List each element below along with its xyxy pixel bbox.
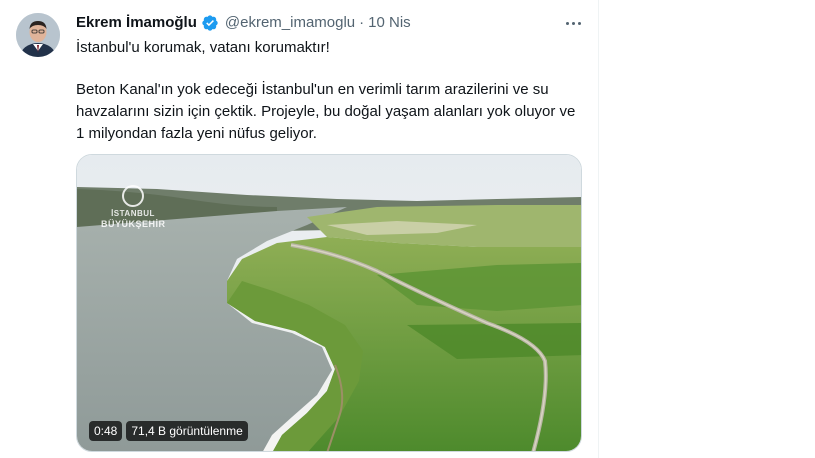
author-name[interactable]: Ekrem İmamoğlu [76, 13, 197, 33]
author-handle[interactable]: @ekrem_imamoglu [225, 13, 355, 33]
watermark-logo: İSTANBUL BÜYÜKŞEHİR [101, 185, 165, 229]
tweet-date[interactable]: 10 Nis [368, 13, 411, 33]
video-player[interactable]: İSTANBUL BÜYÜKŞEHİR 0:48 71,4 B görüntül… [76, 154, 582, 452]
video-view-count: 71,4 B görüntülenme [126, 421, 248, 441]
tweet-card[interactable]: Ekrem İmamoğlu @ekrem_imamoglu · 10 Nis … [0, 0, 600, 458]
watermark-line-2: BÜYÜKŞEHİR [101, 219, 166, 229]
watermark-line-1: İSTANBUL [111, 209, 155, 218]
tweet-text: İstanbul'u korumak, vatanı korumaktır! B… [76, 37, 576, 145]
column-divider [598, 0, 599, 458]
video-duration: 0:48 [89, 421, 123, 441]
avatar-image [16, 13, 60, 57]
tweet-paragraph-1: İstanbul'u korumak, vatanı korumaktır! [76, 39, 330, 56]
tweet-paragraph-2: Beton Kanal'ın yok edeceği İstanbul'un e… [76, 81, 576, 142]
separator-dot: · [359, 14, 365, 31]
more-options-icon[interactable] [562, 12, 584, 34]
avatar[interactable] [16, 13, 60, 57]
video-info-badges: 0:48 71,4 B görüntülenme [89, 421, 248, 441]
municipality-emblem-icon [122, 185, 144, 207]
tweet-header: Ekrem İmamoğlu @ekrem_imamoglu · 10 Nis [76, 13, 411, 33]
verified-badge-icon [202, 15, 218, 31]
